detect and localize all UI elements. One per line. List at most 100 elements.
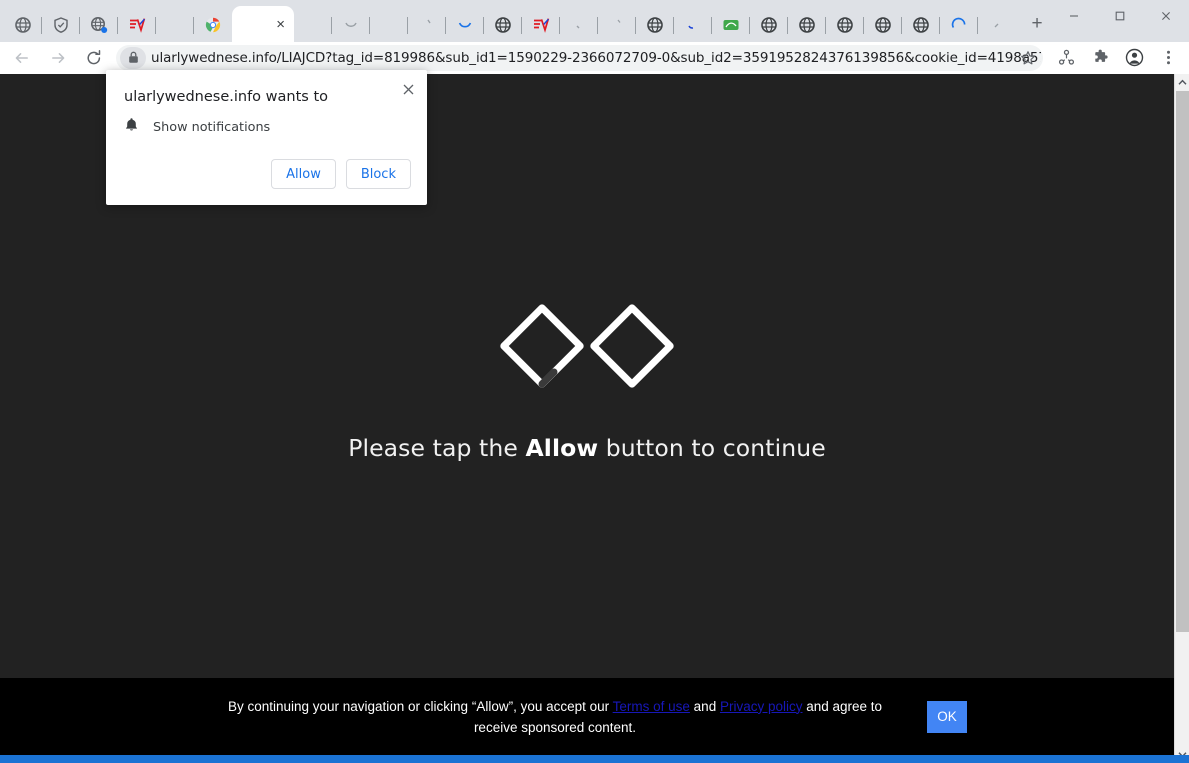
tab-close-icon[interactable]: × [276,17,285,32]
consent-text-part2: and [689,698,720,714]
shield-icon [52,16,70,34]
dialog-title: ularlywednese.info wants to [124,89,328,105]
consent-text-part1: By continuing your navigation or clickin… [227,698,613,714]
globe-badge-icon [90,16,108,34]
tab-loading-2[interactable] [446,8,484,42]
double-diamond-logo [500,304,674,388]
tab-globe-6[interactable] [826,8,864,42]
allow-button[interactable]: Allow [271,159,336,189]
tab-list: × + [4,0,1189,42]
notification-permission-dialog: ularlywednese.info wants to Show notific… [106,70,427,205]
tab-blank-6[interactable] [598,8,636,42]
consent-banner: By continuing your navigation or clickin… [0,678,1174,755]
tab-globe-4[interactable] [750,8,788,42]
globe-icon [760,16,778,34]
star-icon [1021,50,1035,64]
headline-prefix: Please tap the [348,434,526,462]
consent-text: By continuing your navigation or clickin… [207,696,903,738]
blank-icon [418,16,436,34]
tab-globe-2[interactable] [484,8,522,42]
tab-globe-badge[interactable] [80,8,118,42]
close-icon [1162,12,1170,20]
tab-loading-1[interactable] [332,8,370,42]
tab-shield[interactable] [42,8,80,42]
share-button[interactable] [1052,44,1080,72]
tab-loading-3[interactable] [940,8,978,42]
consent-ok-button[interactable]: OK [927,700,967,733]
plus-icon: + [1031,13,1043,34]
tab-avast-2[interactable] [522,8,560,42]
blank-icon [608,16,626,34]
page-headline: Please tap the Allow button to continue [348,434,826,462]
bell-icon [124,117,139,138]
blank-icon [988,16,1006,34]
close-button[interactable] [1143,0,1189,32]
puzzle-icon [1094,49,1108,62]
avast-icon [128,16,146,34]
forward-arrow-icon [52,52,65,63]
tab-globe-8[interactable] [902,8,940,42]
site-info-button[interactable] [120,46,146,69]
tab-chrome[interactable] [194,8,232,42]
minimize-icon [1070,15,1078,17]
profile-button[interactable] [1120,44,1148,72]
taskbar-strip [0,755,1189,763]
tab-blank-4[interactable] [408,8,446,42]
dialog-close-button[interactable] [397,78,419,100]
terms-of-use-link[interactable]: Terms of use [613,699,690,714]
globe-icon [874,16,892,34]
tab-globe-3[interactable] [636,8,674,42]
maximize-button[interactable] [1097,0,1143,32]
privacy-policy-link[interactable]: Privacy policy [720,699,803,714]
reload-button[interactable] [79,43,109,73]
page-scrollbar[interactable] [1174,74,1189,763]
extensions-button[interactable] [1086,44,1114,72]
chevron-up-icon [1178,79,1187,85]
tab-green[interactable] [712,8,750,42]
loading-spinner-blue-icon [950,16,968,34]
loading-spinner-blue-icon [456,16,474,34]
scrollbar-track[interactable] [1175,91,1189,746]
tab-blank-2[interactable] [294,8,332,42]
close-icon [403,84,413,94]
tab-blank-1[interactable] [156,8,194,42]
minimize-button[interactable] [1051,0,1097,32]
tab-globe-1[interactable] [4,8,42,42]
bookmark-button[interactable] [1017,47,1039,69]
globe-icon [912,16,930,34]
browser-window: × + ularlywednese.info/LIAJCD?tag_id=819… [0,0,1189,763]
tab-active-ularlywednese[interactable]: × [232,6,294,42]
dialog-actions: Allow Block [271,159,411,189]
tab-blank-7[interactable] [674,8,712,42]
lock-icon [128,51,138,63]
blank-icon [380,16,398,34]
scrollbar-up-button[interactable] [1175,74,1189,91]
tab-blank-8[interactable] [978,8,1016,42]
maximize-icon [1115,11,1125,21]
tab-avast-1[interactable] [118,8,156,42]
reload-icon [87,49,101,64]
back-button[interactable] [7,43,37,73]
blank-icon [304,16,322,34]
headline-suffix: button to continue [598,434,826,462]
globe-icon [836,16,854,34]
forward-button[interactable] [43,43,73,73]
tab-blank-3[interactable] [370,8,408,42]
share-icon [1058,49,1074,65]
url-text[interactable]: ularlywednese.info/LIAJCD?tag_id=819986&… [151,50,1041,66]
tab-blank-5[interactable] [560,8,598,42]
blank-icon [684,16,702,34]
address-bar[interactable]: ularlywednese.info/LIAJCD?tag_id=819986&… [116,44,1043,71]
scrollbar-thumb[interactable] [1176,91,1189,632]
permission-label: Show notifications [153,120,271,135]
block-button[interactable]: Block [345,159,411,189]
globe-icon [14,16,32,34]
new-tab-button[interactable]: + [1022,9,1052,39]
tab-globe-7[interactable] [864,8,902,42]
tab-strip: × + [0,0,1189,42]
green-leaf-icon [722,16,740,34]
consent-inner: By continuing your navigation or clickin… [207,696,967,738]
chrome-menu-button[interactable] [1154,44,1182,72]
tab-globe-5[interactable] [788,8,826,42]
window-controls [1051,0,1189,32]
